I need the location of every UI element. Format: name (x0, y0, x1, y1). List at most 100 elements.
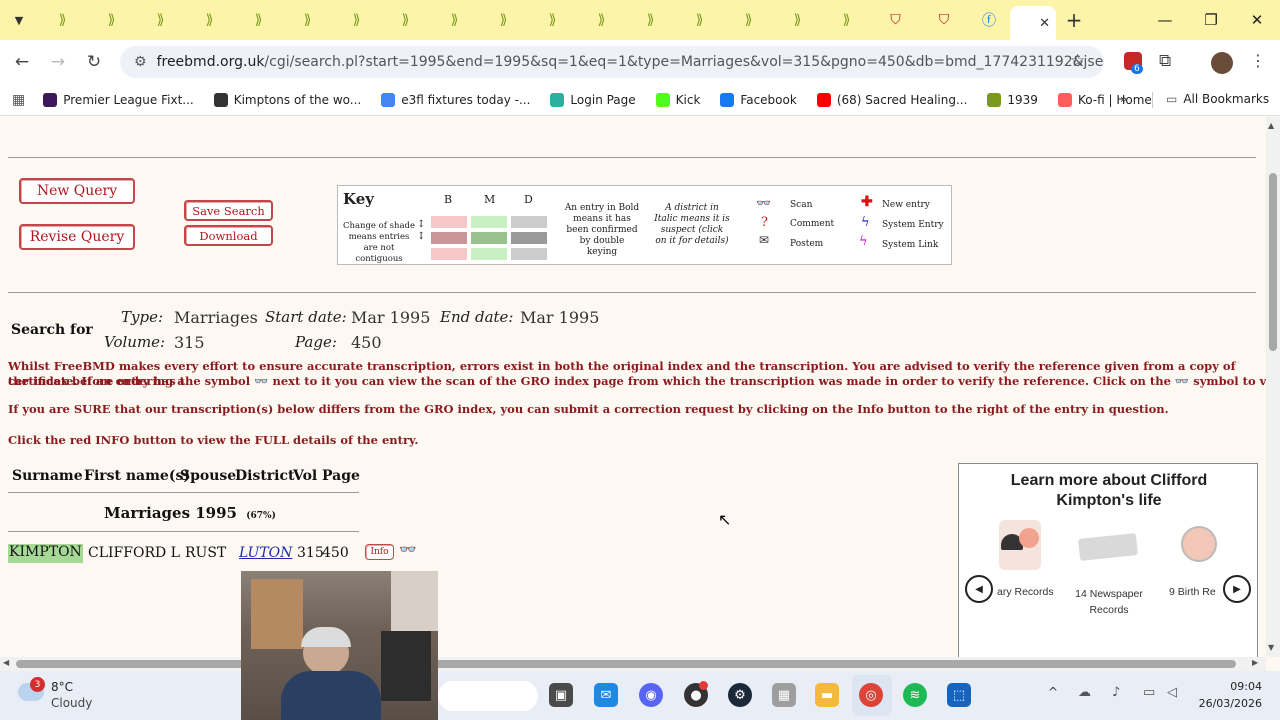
tab-1939-icon[interactable]: ⟫ (234, 0, 283, 40)
minimize-button[interactable]: — (1142, 0, 1188, 40)
tab-shield-icon[interactable]: ⛉ (920, 0, 968, 40)
key-legend: Key Change of shade means entries are no… (337, 185, 952, 265)
bookmark-item[interactable]: Facebook (720, 92, 797, 107)
new-tab-button[interactable]: + (1056, 8, 1092, 32)
scroll-left-icon[interactable]: ◀ (3, 658, 9, 667)
type-label: Type: (121, 308, 164, 326)
tab-1939-icon[interactable]: ⟫ (822, 0, 871, 40)
bookmark-item[interactable]: 1939 (987, 92, 1038, 107)
tab-facebook-icon[interactable]: ⓕ (968, 0, 1010, 40)
clock-time[interactable]: 09:04 (1200, 680, 1262, 693)
tab-1939-icon[interactable]: ⟫ (724, 0, 773, 40)
file-explorer-icon[interactable]: ▬ (815, 683, 839, 707)
carousel-item-label[interactable]: 14 Newspaper Records (1069, 586, 1149, 618)
reload-button[interactable]: ↻ (76, 44, 112, 80)
bookmark-label: Ko-fi | Home (1077, 92, 1152, 107)
address-bar[interactable]: ⚙ freebmd.org.uk/cgi/search.pl?start=199… (120, 46, 1104, 78)
speaker-icon[interactable]: ◁ (1167, 685, 1177, 700)
scan-icon[interactable]: 👓 (399, 542, 416, 558)
bookmark-item[interactable]: Premier League Fixt... (43, 92, 194, 107)
tab-1939-icon[interactable]: ⟫ (479, 0, 528, 40)
back-button[interactable]: ← (4, 44, 40, 80)
chrome-icon[interactable]: ◎ (859, 683, 883, 707)
microphone-icon[interactable]: ♪ (1112, 685, 1120, 700)
save-search-button[interactable]: Save Search (184, 200, 273, 221)
download-button[interactable]: Download (184, 225, 273, 246)
bookmark-item[interactable]: Kimptons of the wo... (213, 92, 361, 107)
carousel-item-label[interactable]: 9 Birth Re (1169, 586, 1219, 598)
carousel-prev-button[interactable]: ◀ (965, 575, 993, 603)
close-window-button[interactable]: ✕ (1234, 0, 1280, 40)
bookmark-item[interactable]: Kick (655, 92, 700, 107)
scrollbar-thumb[interactable] (16, 660, 1236, 668)
scroll-up-icon[interactable]: ▲ (1268, 121, 1274, 130)
bookmark-item[interactable]: (68) Sacred Healing... (816, 92, 967, 107)
bookmark-item[interactable]: Login Page (550, 92, 636, 107)
tab-1939-icon[interactable]: ⟫ (430, 0, 479, 40)
tab-search-button[interactable]: ▼ (0, 0, 38, 40)
tab-1939-icon[interactable]: ⟫ (332, 0, 381, 40)
clock-date[interactable]: 26/03/2026 (1190, 697, 1262, 710)
all-bookmarks[interactable]: ▭ All Bookmarks (1166, 92, 1269, 106)
divider (8, 157, 1256, 158)
horizontal-scrollbar[interactable]: ◀ ▶ (0, 657, 1266, 671)
tab-1939-icon[interactable]: ⟫ (87, 0, 136, 40)
section-heading: Marriages 1995 (67%) (104, 504, 276, 522)
onedrive-icon[interactable]: ☁ (1078, 685, 1091, 700)
apps-icon[interactable]: ▦ (12, 92, 25, 108)
scrollbar-thumb[interactable] (1269, 173, 1277, 351)
swatch-m-dark (471, 232, 507, 244)
carousel-item-label[interactable]: ary Records (997, 586, 1067, 598)
tab-1939-icon[interactable]: ⟫ (528, 0, 577, 40)
discord-icon[interactable]: ◉ (639, 683, 663, 707)
tab-1939-icon[interactable]: ⟫ (626, 0, 675, 40)
question-icon: ? (761, 215, 768, 230)
outlook-icon[interactable]: ✉ (594, 683, 618, 707)
tab-1939-icon[interactable]: ⟫ (381, 0, 430, 40)
weather-temp[interactable]: 8°C (51, 680, 73, 694)
chevron-up-icon[interactable]: ^ (1048, 685, 1058, 699)
bookmark-item[interactable]: Ko-fi | Home (1057, 92, 1152, 107)
tab-1939-icon[interactable]: ⟫ (283, 0, 332, 40)
chevron-right-icon[interactable]: » (1120, 92, 1127, 106)
scroll-right-icon[interactable]: ▶ (1252, 658, 1258, 667)
revise-query-button[interactable]: Revise Query (19, 224, 135, 250)
site-settings-icon[interactable]: ⚙ (134, 54, 147, 70)
steam-icon[interactable]: ⚙ (728, 683, 752, 707)
tab-1939-icon[interactable]: ⟫ (675, 0, 724, 40)
tab-1939-icon[interactable]: ⟫ (185, 0, 234, 40)
corkboard (251, 579, 303, 649)
result-first-names: CLIFFORD L (88, 545, 180, 561)
weather-desc[interactable]: Cloudy (51, 696, 92, 710)
vertical-scrollbar[interactable]: ▲ ▼ (1266, 117, 1280, 657)
menu-icon[interactable]: ⋮ (1250, 51, 1266, 70)
tab-1939-icon[interactable]: ⟫ (773, 0, 822, 40)
star-icon[interactable]: ☆ (1070, 51, 1085, 71)
tab-1939-icon[interactable]: ⟫ (38, 0, 87, 40)
info-button[interactable]: Info (365, 544, 394, 560)
search-box[interactable] (438, 681, 538, 711)
disclaimer-part-b: next to it you can view the scan of the … (272, 374, 1171, 388)
carousel-next-button[interactable]: ▶ (1223, 575, 1251, 603)
stopwatch-icon (1181, 526, 1217, 562)
tab-active[interactable]: ✕ (1010, 6, 1056, 40)
network-icon[interactable]: ▭ (1143, 685, 1155, 700)
task-view-icon[interactable]: ▣ (549, 683, 573, 707)
close-icon[interactable]: ✕ (1039, 16, 1050, 31)
tab-1939-icon[interactable]: ⟫ (136, 0, 185, 40)
profile-avatar[interactable] (1211, 52, 1233, 74)
new-query-button[interactable]: New Query (19, 178, 135, 204)
scroll-down-icon[interactable]: ▼ (1268, 643, 1274, 652)
puzzle-icon[interactable]: ⧉ (1159, 51, 1171, 71)
app-icon[interactable]: ⬚ (947, 683, 971, 707)
app-icon[interactable]: ▦ (772, 683, 796, 707)
forward-button[interactable]: → (40, 44, 76, 80)
maximize-button[interactable]: ❐ (1188, 0, 1234, 40)
bookmark-item[interactable]: e3fl fixtures today -... (381, 92, 530, 107)
spotify-icon[interactable]: ≋ (903, 683, 927, 707)
tab-1939-icon[interactable]: ⟫ (577, 0, 626, 40)
disclaimer-part-a: certificate. If an entry has the symbol (8, 374, 251, 388)
tab-shield-icon[interactable]: ⛉ (871, 0, 920, 40)
result-page: 450 (322, 545, 349, 561)
result-district-link[interactable]: LUTON (239, 545, 292, 561)
